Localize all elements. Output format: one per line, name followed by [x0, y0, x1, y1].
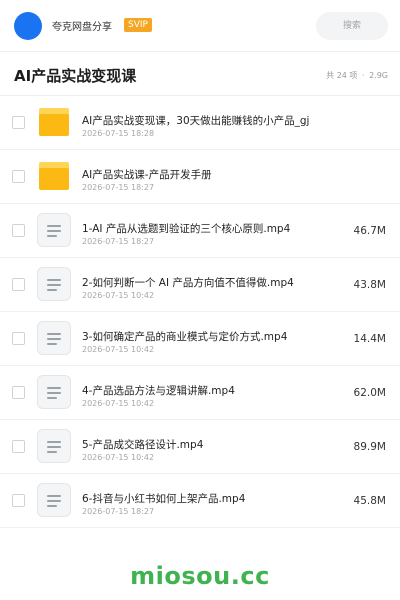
item-count: 共 24 项: [326, 71, 358, 80]
file-name[interactable]: AI产品实战变现课，30天做出能赚钱的小产品_gj: [82, 113, 309, 128]
file-date: 2026-07-15 10:42: [82, 345, 155, 354]
select-checkbox[interactable]: [12, 332, 25, 345]
file-row[interactable]: AI产品实战变现课，30天做出能赚钱的小产品_gj 2026-07-15 18:2…: [0, 96, 400, 150]
file-date: 2026-07-15 10:42: [82, 291, 155, 300]
file-list: AI产品实战变现课，30天做出能赚钱的小产品_gj 2026-07-15 18:2…: [0, 96, 400, 528]
select-checkbox[interactable]: [12, 224, 25, 237]
video-file-icon: [37, 321, 71, 355]
summary-separator: ·: [361, 71, 365, 80]
total-size: 2.9G: [369, 71, 388, 80]
file-row[interactable]: 1-AI 产品从选题到验证的三个核心原则.mp4 2026-07-15 18:27…: [0, 204, 400, 258]
file-date: 2026-07-15 18:27: [82, 183, 155, 192]
select-checkbox[interactable]: [12, 440, 25, 453]
folder-icon: [39, 162, 69, 190]
share-owner-name: 夸克网盘分享: [52, 22, 112, 33]
folder-title-bar: AI产品实战变现课 共 24 项 · 2.9G: [0, 52, 400, 96]
video-file-icon: [37, 267, 71, 301]
folder-summary: 共 24 项 · 2.9G: [324, 70, 388, 81]
file-name[interactable]: 4-产品选品方法与逻辑讲解.mp4: [82, 383, 235, 398]
file-name[interactable]: 6-抖音与小红书如何上架产品.mp4: [82, 491, 245, 506]
file-date: 2026-07-15 10:42: [82, 453, 155, 462]
select-checkbox[interactable]: [12, 386, 25, 399]
page-title: AI产品实战变现课: [14, 67, 137, 85]
file-size: 14.4M: [353, 333, 386, 345]
file-name[interactable]: 1-AI 产品从选题到验证的三个核心原则.mp4: [82, 221, 290, 236]
file-row[interactable]: AI产品实战课-产品开发手册 2026-07-15 18:27: [0, 150, 400, 204]
file-row[interactable]: 4-产品选品方法与逻辑讲解.mp4 2026-07-15 10:42 62.0M: [0, 366, 400, 420]
file-name[interactable]: AI产品实战课-产品开发手册: [82, 167, 212, 182]
select-checkbox[interactable]: [12, 278, 25, 291]
file-size: 45.8M: [353, 495, 386, 507]
file-size: 46.7M: [353, 225, 386, 237]
file-row[interactable]: 5-产品成交路径设计.mp4 2026-07-15 10:42 89.9M: [0, 420, 400, 474]
file-row[interactable]: 3-如何确定产品的商业模式与定价方式.mp4 2026-07-15 10:42 14…: [0, 312, 400, 366]
file-size: 62.0M: [353, 387, 386, 399]
file-date: 2026-07-15 10:42: [82, 399, 155, 408]
video-file-icon: [37, 213, 71, 247]
select-checkbox[interactable]: [12, 494, 25, 507]
folder-icon: [39, 108, 69, 136]
file-date: 2026-07-15 18:27: [82, 507, 155, 516]
file-row[interactable]: 6-抖音与小红书如何上架产品.mp4 2026-07-15 18:27 45.8M: [0, 474, 400, 528]
file-row[interactable]: 2-如何判断一个 AI 产品方向值不值得做.mp4 2026-07-15 10:4…: [0, 258, 400, 312]
select-checkbox[interactable]: [12, 116, 25, 129]
video-file-icon: [37, 375, 71, 409]
avatar[interactable]: [14, 12, 42, 40]
file-name[interactable]: 5-产品成交路径设计.mp4: [82, 437, 203, 452]
video-file-icon: [37, 429, 71, 463]
svip-badge: SVIP: [124, 18, 152, 32]
file-date: 2026-07-15 18:28: [82, 129, 155, 138]
video-file-icon: [37, 483, 71, 517]
file-date: 2026-07-15 18:27: [82, 237, 155, 246]
search-input[interactable]: [316, 12, 388, 40]
file-name[interactable]: 3-如何确定产品的商业模式与定价方式.mp4: [82, 329, 287, 344]
top-bar: 夸克网盘分享 SVIP: [0, 0, 400, 52]
file-size: 89.9M: [353, 441, 386, 453]
select-checkbox[interactable]: [12, 170, 25, 183]
file-name[interactable]: 2-如何判断一个 AI 产品方向值不值得做.mp4: [82, 275, 294, 290]
file-size: 43.8M: [353, 279, 386, 291]
watermark-text: miosou.cc: [130, 562, 270, 590]
